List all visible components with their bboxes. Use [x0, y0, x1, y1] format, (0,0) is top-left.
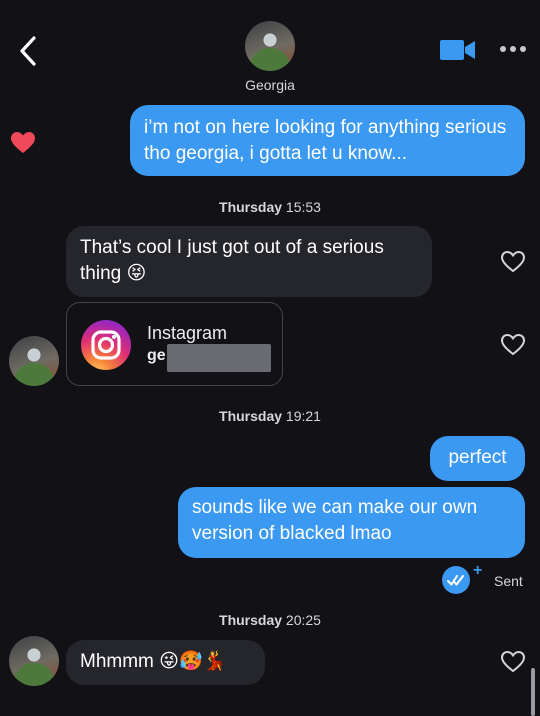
instagram-card[interactable]: Instagram ge	[66, 302, 283, 386]
timestamp: Thursday 20:25	[0, 612, 540, 628]
message-bubble-outgoing[interactable]: perfect	[430, 436, 525, 481]
message-bubble-incoming[interactable]: That’s cool I just got out of a serious …	[66, 226, 432, 297]
message-text: sounds like we can make our own version …	[192, 497, 478, 544]
heart-outline-icon[interactable]	[500, 333, 526, 357]
chevron-left-icon[interactable]	[14, 34, 44, 68]
read-receipt-icon	[442, 566, 470, 594]
avatar[interactable]	[9, 336, 59, 386]
timestamp: Thursday 19:21	[0, 408, 540, 424]
ellipsis-icon[interactable]	[498, 40, 528, 58]
timestamp-day: Thursday	[219, 612, 283, 628]
instagram-card-title: Instagram	[147, 323, 228, 343]
message-bubble-incoming[interactable]: Mhmmm 😜🥵💃	[66, 640, 265, 685]
timestamp-day: Thursday	[219, 199, 283, 215]
scrollbar[interactable]	[531, 668, 535, 716]
heart-outline-icon[interactable]	[500, 650, 526, 674]
contact-name[interactable]: Georgia	[0, 77, 540, 93]
timestamp-day: Thursday	[219, 408, 283, 424]
instagram-logo-icon	[81, 320, 131, 370]
message-text: perfect	[448, 447, 507, 468]
timestamp-time: 19:21	[285, 408, 321, 424]
video-camera-icon[interactable]	[440, 38, 476, 62]
plus-icon[interactable]: +	[473, 562, 482, 580]
message-bubble-outgoing[interactable]: i’m not on here looking for anything ser…	[130, 105, 525, 176]
avatar[interactable]	[245, 21, 295, 71]
heart-filled-icon[interactable]	[10, 131, 36, 155]
timestamp-time: 20:25	[285, 612, 321, 628]
timestamp: Thursday 15:53	[0, 199, 540, 215]
message-text: i’m not on here looking for anything ser…	[144, 117, 507, 164]
heart-outline-icon[interactable]	[500, 250, 526, 274]
redaction-block	[167, 344, 271, 372]
timestamp-time: 15:53	[285, 199, 321, 215]
delivery-status: Sent	[494, 573, 523, 589]
instagram-username: ge	[147, 347, 166, 364]
chat-header: Georgia	[0, 0, 540, 100]
message-text: That’s cool I just got out of a serious …	[80, 237, 384, 284]
avatar[interactable]	[9, 636, 59, 686]
message-text: Mhmmm 😜🥵💃	[80, 651, 227, 672]
message-bubble-outgoing[interactable]: sounds like we can make our own version …	[178, 487, 525, 558]
